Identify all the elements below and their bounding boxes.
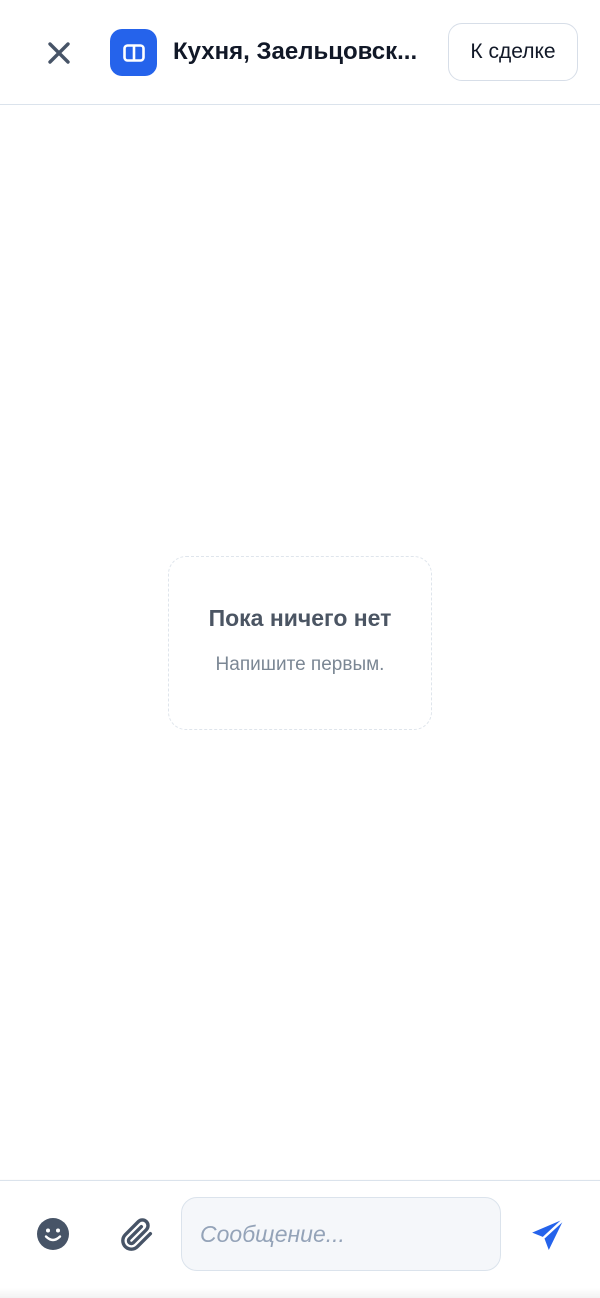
message-input[interactable] <box>181 1197 501 1271</box>
send-button[interactable] <box>526 1213 570 1257</box>
chat-screen: Кухня, Заельцовск... К сделке Пока ничег… <box>0 0 600 1298</box>
empty-state-card: Пока ничего нет Напишите первым. <box>168 556 432 730</box>
empty-state-title: Пока ничего нет <box>208 605 392 631</box>
columns-icon <box>122 43 145 62</box>
go-to-deal-button[interactable]: К сделке <box>448 23 578 81</box>
emoji-button[interactable] <box>34 1215 72 1253</box>
message-composer <box>0 1180 600 1298</box>
attach-button[interactable] <box>117 1215 157 1255</box>
paperclip-icon <box>121 1218 153 1251</box>
chat-header: Кухня, Заельцовск... К сделке <box>0 0 600 105</box>
close-icon <box>48 42 70 64</box>
chat-title: Кухня, Заельцовск... <box>173 38 418 65</box>
messages-area: Пока ничего нет Напишите первым. <box>0 106 600 1180</box>
composer-shadow <box>0 1288 600 1298</box>
close-button[interactable] <box>36 30 82 76</box>
emoji-icon <box>37 1218 69 1250</box>
send-icon <box>532 1217 566 1251</box>
empty-state-subtitle: Напишите первым. <box>215 654 385 675</box>
deal-avatar <box>110 29 157 76</box>
